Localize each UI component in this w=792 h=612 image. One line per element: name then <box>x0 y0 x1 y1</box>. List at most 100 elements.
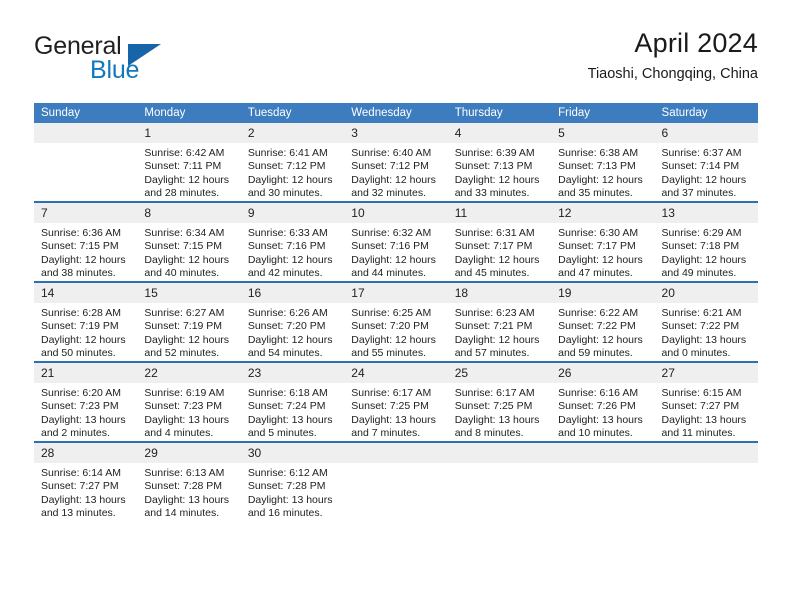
calendar-day-cell[interactable]: 24 Sunrise: 6:17 AM Sunset: 7:25 PM Dayligh… <box>344 361 448 442</box>
day-sun-info: Sunrise: 6:14 AM Sunset: 7:27 PM Daylight:… <box>34 463 137 521</box>
day-info-line: Sunset: 7:22 PM <box>661 320 740 333</box>
calendar-day-cell[interactable]: 3 Sunrise: 6:40 AM Sunset: 7:12 PM Daylight… <box>344 123 448 202</box>
day-number: 22 <box>137 363 241 383</box>
calendar-day-cell[interactable]: 5 Sunrise: 6:38 AM Sunset: 7:13 PM Daylight… <box>551 123 655 202</box>
day-info-line: and 0 minutes. <box>661 347 731 360</box>
calendar-header-row: Sunday Monday Tuesday Wednesday Thursday… <box>34 103 758 123</box>
day-info-line: Daylight: 12 hours <box>661 253 747 266</box>
day-info-line: Sunset: 7:16 PM <box>247 240 326 253</box>
calendar-day-cell[interactable]: 9 Sunrise: 6:33 AM Sunset: 7:16 PM Daylight… <box>240 201 345 282</box>
day-info-line: Daylight: 13 hours <box>144 493 230 506</box>
day-info-line: and 16 minutes. <box>247 507 323 520</box>
day-number: 3 <box>344 123 448 143</box>
day-info-line: Sunrise: 6:32 AM <box>351 227 432 239</box>
day-sun-info: Sunrise: 6:36 AM Sunset: 7:15 PM Daylight:… <box>34 223 137 281</box>
day-info-line: Sunrise: 6:37 AM <box>661 147 742 159</box>
day-number <box>551 443 655 463</box>
calendar-day-cell[interactable]: 6 Sunrise: 6:37 AM Sunset: 7:14 PM Daylight… <box>654 123 758 202</box>
day-number: 30 <box>240 443 345 463</box>
day-sun-info: Sunrise: 6:12 AM Sunset: 7:28 PM Daylight:… <box>241 463 344 521</box>
day-info-line: Daylight: 12 hours <box>351 253 436 266</box>
day-number: 21 <box>34 363 138 383</box>
day-info-line: Sunrise: 6:23 AM <box>454 307 535 319</box>
calendar-day-cell[interactable]: 18 Sunrise: 6:23 AM Sunset: 7:21 PM Dayligh… <box>447 281 552 362</box>
calendar-day-cell[interactable]: 16 Sunrise: 6:26 AM Sunset: 7:20 PM Dayligh… <box>240 281 345 362</box>
calendar-week-row: 14 Sunrise: 6:28 AM Sunset: 7:19 PM Dayligh… <box>34 281 758 362</box>
day-info-line: Daylight: 12 hours <box>558 173 643 186</box>
day-info-line: and 7 minutes. <box>351 427 421 440</box>
day-info-line: Sunset: 7:26 PM <box>558 400 636 413</box>
day-info-line: Daylight: 13 hours <box>41 493 126 506</box>
calendar-day-cell[interactable]: 19 Sunrise: 6:22 AM Sunset: 7:22 PM Dayligh… <box>551 281 655 362</box>
calendar-day-cell[interactable]: 10 Sunrise: 6:32 AM Sunset: 7:16 PM Dayligh… <box>344 201 448 282</box>
day-number: 28 <box>34 443 138 463</box>
calendar-day-cell[interactable]: 29 Sunrise: 6:13 AM Sunset: 7:28 PM Dayligh… <box>137 441 241 521</box>
day-sun-info: Sunrise: 6:38 AM Sunset: 7:13 PM Daylight:… <box>551 143 654 201</box>
calendar-day-cell[interactable]: 4 Sunrise: 6:39 AM Sunset: 7:13 PM Daylight… <box>447 123 552 202</box>
calendar-day-cell[interactable]: 22 Sunrise: 6:19 AM Sunset: 7:23 PM Dayligh… <box>137 361 241 442</box>
day-sun-info: Sunrise: 6:41 AM Sunset: 7:12 PM Daylight:… <box>241 143 344 201</box>
day-number: 10 <box>344 203 448 223</box>
calendar-day-cell[interactable]: 13 Sunrise: 6:29 AM Sunset: 7:18 PM Dayligh… <box>654 201 758 282</box>
day-sun-info: Sunrise: 6:31 AM Sunset: 7:17 PM Daylight:… <box>448 223 551 281</box>
day-info-line: Sunrise: 6:12 AM <box>247 467 328 479</box>
calendar-day-cell[interactable]: 17 Sunrise: 6:25 AM Sunset: 7:20 PM Dayligh… <box>344 281 448 362</box>
calendar-day-cell[interactable]: 21 Sunrise: 6:20 AM Sunset: 7:23 PM Dayligh… <box>34 361 138 442</box>
calendar-day-cell[interactable]: 23 Sunrise: 6:18 AM Sunset: 7:24 PM Dayligh… <box>240 361 345 442</box>
calendar-day-cell[interactable]: 26 Sunrise: 6:16 AM Sunset: 7:26 PM Dayligh… <box>551 361 655 442</box>
day-sun-info: Sunrise: 6:25 AM Sunset: 7:20 PM Daylight:… <box>344 303 447 361</box>
day-info-line: and 38 minutes. <box>41 267 116 280</box>
day-info-line: and 13 minutes. <box>41 507 116 520</box>
day-info-line: and 4 minutes. <box>144 427 214 440</box>
day-info-line: Sunset: 7:24 PM <box>247 400 326 413</box>
day-info-line: and 11 minutes. <box>661 427 736 440</box>
calendar-day-cell[interactable]: 28 Sunrise: 6:14 AM Sunset: 7:27 PM Dayligh… <box>34 441 138 521</box>
day-info-line: Daylight: 12 hours <box>247 173 333 186</box>
day-info-line: Sunrise: 6:22 AM <box>558 307 639 319</box>
day-info-line: and 52 minutes. <box>144 347 220 360</box>
calendar-day-cell[interactable]: 27 Sunrise: 6:15 AM Sunset: 7:27 PM Dayligh… <box>654 361 758 442</box>
day-info-line: Daylight: 12 hours <box>454 173 540 186</box>
day-info-line: and 8 minutes. <box>454 427 524 440</box>
day-number: 16 <box>240 283 345 303</box>
calendar-day-cell[interactable]: 20 Sunrise: 6:21 AM Sunset: 7:22 PM Dayligh… <box>654 281 758 362</box>
day-sun-info: Sunrise: 6:26 AM Sunset: 7:20 PM Daylight:… <box>241 303 344 361</box>
weekday-header-friday: Friday <box>551 103 655 123</box>
day-info-line: Daylight: 12 hours <box>661 173 747 186</box>
calendar-week-row: 21 Sunrise: 6:20 AM Sunset: 7:23 PM Dayligh… <box>34 361 758 442</box>
day-number: 26 <box>551 363 655 383</box>
calendar-day-cell[interactable]: 2 Sunrise: 6:41 AM Sunset: 7:12 PM Daylight… <box>240 123 345 202</box>
day-sun-info: Sunrise: 6:16 AM Sunset: 7:26 PM Daylight:… <box>551 383 654 441</box>
day-info-line: Sunrise: 6:25 AM <box>351 307 432 319</box>
day-info-line: Sunrise: 6:26 AM <box>247 307 328 319</box>
day-info-line: and 44 minutes. <box>351 267 426 280</box>
day-number: 11 <box>447 203 552 223</box>
calendar-body: 1 Sunrise: 6:42 AM Sunset: 7:11 PM Daylight… <box>34 123 758 521</box>
calendar-day-cell[interactable]: 8 Sunrise: 6:34 AM Sunset: 7:15 PM Daylight… <box>137 201 241 282</box>
day-info-line: Daylight: 13 hours <box>558 413 643 426</box>
calendar-day-cell[interactable]: 25 Sunrise: 6:17 AM Sunset: 7:25 PM Dayligh… <box>447 361 552 442</box>
day-sun-info: Sunrise: 6:39 AM Sunset: 7:13 PM Daylight:… <box>448 143 551 201</box>
calendar-day-cell[interactable]: 12 Sunrise: 6:30 AM Sunset: 7:17 PM Dayligh… <box>551 201 655 282</box>
day-info-line: and 33 minutes. <box>454 187 530 200</box>
day-number: 12 <box>551 203 655 223</box>
calendar-day-cell[interactable]: 7 Sunrise: 6:36 AM Sunset: 7:15 PM Daylight… <box>34 201 138 282</box>
calendar-day-cell[interactable]: 1 Sunrise: 6:42 AM Sunset: 7:11 PM Daylight… <box>137 123 241 202</box>
day-info-line: Sunrise: 6:33 AM <box>247 227 328 239</box>
day-info-line: Sunset: 7:13 PM <box>454 160 533 173</box>
brand-logo: General Blue <box>34 32 254 92</box>
day-info-line: Sunset: 7:13 PM <box>558 160 636 173</box>
calendar-day-cell[interactable]: 15 Sunrise: 6:27 AM Sunset: 7:19 PM Dayligh… <box>137 281 241 362</box>
day-sun-info: Sunrise: 6:17 AM Sunset: 7:25 PM Daylight:… <box>448 383 551 441</box>
day-info-line: Sunset: 7:28 PM <box>144 480 223 493</box>
day-info-line: Sunset: 7:15 PM <box>144 240 223 253</box>
day-info-line: Sunset: 7:28 PM <box>247 480 326 493</box>
day-info-line: and 5 minutes. <box>247 427 317 440</box>
day-info-line: Sunrise: 6:40 AM <box>351 147 432 159</box>
day-number: 9 <box>240 203 345 223</box>
calendar-day-cell[interactable]: 14 Sunrise: 6:28 AM Sunset: 7:19 PM Dayligh… <box>34 281 138 362</box>
calendar-day-cell[interactable]: 11 Sunrise: 6:31 AM Sunset: 7:17 PM Dayligh… <box>447 201 552 282</box>
calendar-day-cell-empty <box>34 123 138 202</box>
day-sun-info: Sunrise: 6:18 AM Sunset: 7:24 PM Daylight:… <box>241 383 344 441</box>
calendar-day-cell[interactable]: 30 Sunrise: 6:12 AM Sunset: 7:28 PM Dayligh… <box>240 441 345 521</box>
